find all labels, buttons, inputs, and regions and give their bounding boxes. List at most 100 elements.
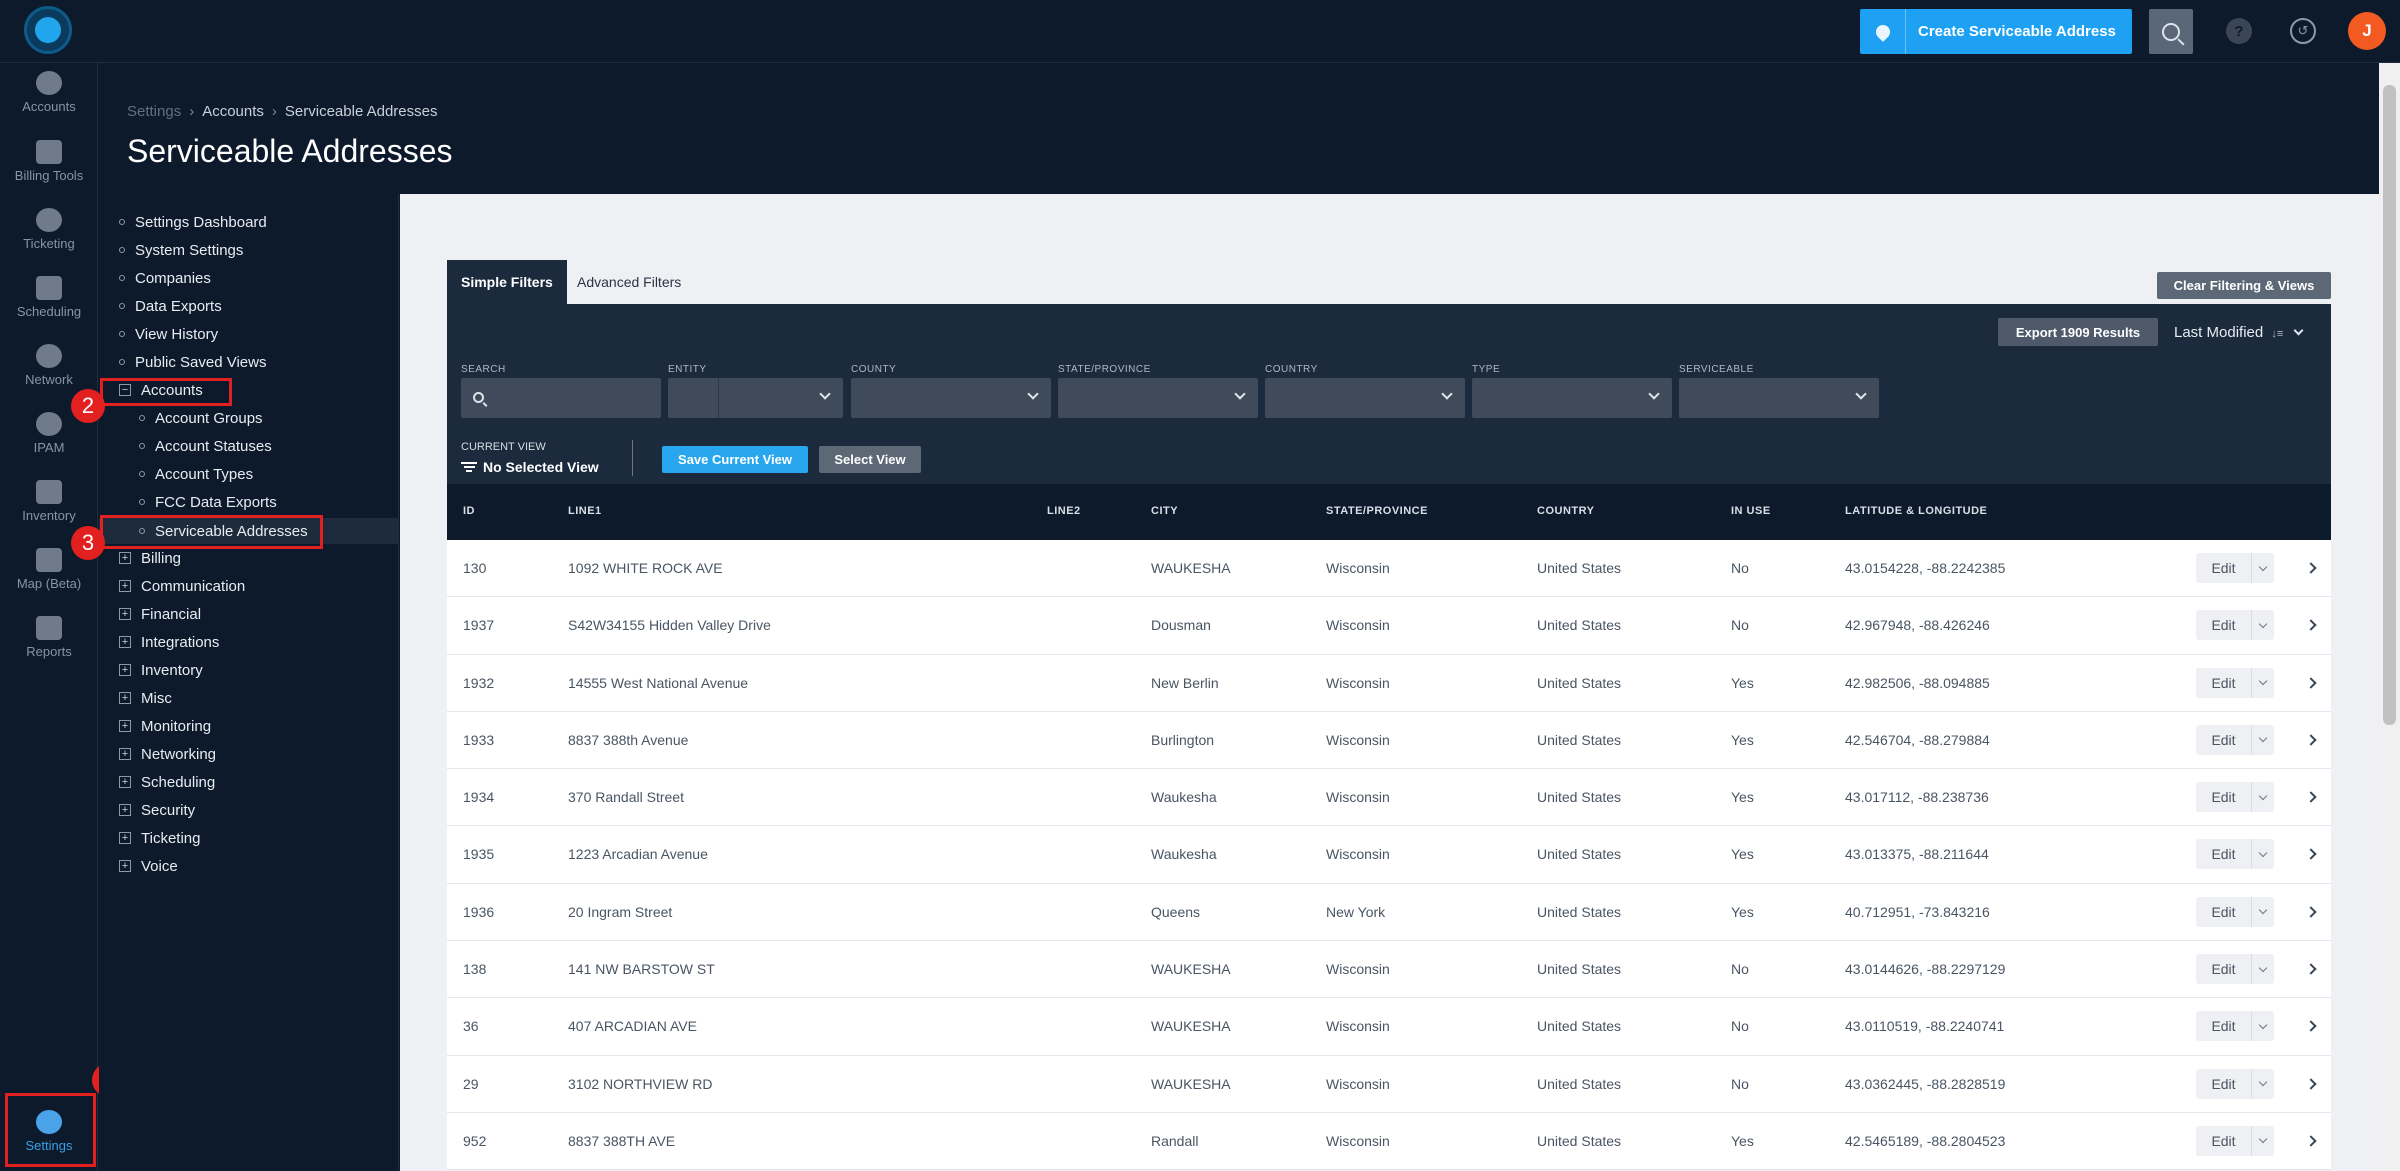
table-row[interactable]: 29 3102 NORTHVIEW RD WAUKESHA Wisconsin Unit… <box>447 1055 2331 1113</box>
edit-dropdown-button[interactable] <box>2252 724 2274 755</box>
table-row[interactable]: 1937 S42W34155 Hidden Valley Drive Dousman… <box>447 597 2331 655</box>
chevron-right-icon[interactable] <box>2305 562 2317 574</box>
rail-item-network[interactable]: Network <box>0 344 98 387</box>
table-row[interactable]: 130 1092 WHITE ROCK AVE WAUKESHA Wisconsin U… <box>447 540 2331 598</box>
export-results-button[interactable]: Export 1909 Results <box>1998 318 2158 346</box>
search-input[interactable] <box>461 378 661 418</box>
column-header-id[interactable]: ID <box>463 505 475 517</box>
nav-item-ticketing[interactable]: + Ticketing <box>119 827 200 849</box>
country-select[interactable] <box>1265 378 1465 418</box>
nav-item-public-saved-views[interactable]: Public Saved Views <box>119 351 266 373</box>
table-row[interactable]: 952 8837 388TH AVE Randall Wisconsin United … <box>447 1112 2331 1171</box>
edit-dropdown-button[interactable] <box>2252 1011 2274 1042</box>
nav-item-misc[interactable]: + Misc <box>119 687 172 709</box>
nav-item-settings-dashboard[interactable]: Settings Dashboard <box>119 211 267 233</box>
column-header-line2[interactable]: LINE2 <box>1047 505 1081 517</box>
nav-item-system-settings[interactable]: System Settings <box>119 239 243 261</box>
user-avatar[interactable]: J <box>2348 12 2386 50</box>
nav-item-communication[interactable]: + Communication <box>119 575 245 597</box>
table-row[interactable]: 138 141 NW BARSTOW ST WAUKESHA Wisconsin Uni… <box>447 941 2331 999</box>
rail-item-scheduling[interactable]: Scheduling <box>0 276 98 319</box>
select-view-button[interactable]: Select View <box>819 446 921 473</box>
chevron-right-icon[interactable] <box>2305 676 2317 689</box>
rail-item-ticketing[interactable]: Ticketing <box>0 208 98 251</box>
chevron-right-icon[interactable] <box>2305 848 2317 861</box>
tab-simple-filters[interactable]: Simple Filters <box>447 260 567 304</box>
nav-item-networking[interactable]: + Networking <box>119 743 216 765</box>
edit-button[interactable]: Edit <box>2196 553 2252 583</box>
nav-item-account-groups[interactable]: Account Groups <box>139 407 263 429</box>
chevron-right-icon[interactable] <box>2305 906 2317 918</box>
column-header-lat-long[interactable]: LATITUDE & LONGITUDE <box>1845 505 1987 517</box>
column-header-country[interactable]: COUNTRY <box>1537 505 1594 517</box>
rail-item-reports[interactable]: Reports <box>0 616 98 659</box>
nav-item-integrations[interactable]: + Integrations <box>119 631 219 653</box>
edit-dropdown-button[interactable] <box>2252 954 2274 985</box>
history-icon[interactable]: ↺ <box>2290 18 2316 44</box>
chevron-right-icon[interactable] <box>2305 1078 2317 1090</box>
nav-item-billing[interactable]: + Billing <box>119 547 181 569</box>
entity-select[interactable] <box>668 378 843 418</box>
global-search-button[interactable] <box>2149 9 2193 54</box>
column-header-city[interactable]: CITY <box>1151 505 1178 517</box>
nav-item-security[interactable]: + Security <box>119 799 195 821</box>
table-row[interactable]: 1933 8837 388th Avenue Burlington Wisconsin… <box>447 711 2331 770</box>
rail-item-billing-tools[interactable]: Billing Tools <box>0 140 98 183</box>
type-select[interactable] <box>1472 378 1672 418</box>
breadcrumb-settings[interactable]: Settings <box>127 103 181 120</box>
edit-dropdown-button[interactable] <box>2252 610 2274 641</box>
edit-button[interactable]: Edit <box>2196 1125 2252 1156</box>
table-row[interactable]: 36 407 ARCADIAN AVE WAUKESHA Wisconsin Unite… <box>447 998 2331 1056</box>
edit-dropdown-button[interactable] <box>2252 1125 2274 1156</box>
save-current-view-button[interactable]: Save Current View <box>662 446 808 473</box>
edit-button[interactable]: Edit <box>2196 782 2252 813</box>
nav-item-data-exports[interactable]: Data Exports <box>119 295 222 317</box>
edit-dropdown-button[interactable] <box>2252 896 2274 927</box>
create-serviceable-address-button[interactable]: Create Serviceable Address <box>1860 9 2132 54</box>
app-logo[interactable] <box>24 6 72 54</box>
nav-item-companies[interactable]: Companies <box>119 267 211 289</box>
edit-dropdown-button[interactable] <box>2252 1068 2274 1099</box>
nav-item-inventory[interactable]: + Inventory <box>119 659 203 681</box>
edit-button[interactable]: Edit <box>2196 667 2252 698</box>
edit-dropdown-button[interactable] <box>2252 839 2274 870</box>
nav-item-voice[interactable]: + Voice <box>119 855 178 877</box>
edit-button[interactable]: Edit <box>2196 724 2252 755</box>
chevron-right-icon[interactable] <box>2305 619 2317 631</box>
edit-button[interactable]: Edit <box>2196 1068 2252 1099</box>
edit-dropdown-button[interactable] <box>2252 553 2274 583</box>
nav-item-monitoring[interactable]: + Monitoring <box>119 715 211 737</box>
breadcrumb-accounts[interactable]: Accounts <box>202 103 264 120</box>
chevron-right-icon[interactable] <box>2305 963 2317 975</box>
edit-dropdown-button[interactable] <box>2252 667 2274 698</box>
edit-button[interactable]: Edit <box>2196 1011 2252 1042</box>
sort-dropdown[interactable]: Last Modified ↓≡ <box>2174 324 2304 341</box>
column-header-line1[interactable]: LINE1 <box>568 505 602 517</box>
table-row[interactable]: 1934 370 Randall Street Waukesha Wisconsin U… <box>447 769 2331 827</box>
rail-item-inventory[interactable]: Inventory <box>0 480 98 523</box>
table-row[interactable]: 1936 20 Ingram Street Queens New York United… <box>447 883 2331 942</box>
edit-button[interactable]: Edit <box>2196 839 2252 870</box>
chevron-right-icon[interactable] <box>2305 791 2317 803</box>
edit-button[interactable]: Edit <box>2196 610 2252 641</box>
table-row[interactable]: 1935 1223 Arcadian Avenue Waukesha Wisconsi… <box>447 826 2331 884</box>
clear-filtering-button[interactable]: Clear Filtering & Views <box>2157 272 2331 299</box>
page-scrollbar[interactable] <box>2379 63 2400 1171</box>
county-select[interactable] <box>851 378 1051 418</box>
edit-button[interactable]: Edit <box>2196 954 2252 985</box>
nav-item-scheduling[interactable]: + Scheduling <box>119 771 215 793</box>
help-icon[interactable]: ? <box>2226 18 2252 44</box>
column-header-in-use[interactable]: IN USE <box>1731 505 1771 517</box>
scrollbar-thumb[interactable] <box>2383 85 2396 725</box>
chevron-right-icon[interactable] <box>2305 734 2317 746</box>
edit-button[interactable]: Edit <box>2196 896 2252 927</box>
chevron-right-icon[interactable] <box>2305 1135 2317 1147</box>
table-row[interactable]: 1932 14555 West National Avenue New Berlin… <box>447 654 2331 712</box>
serviceable-select[interactable] <box>1679 378 1879 418</box>
nav-item-account-statuses[interactable]: Account Statuses <box>139 435 272 457</box>
column-header-state-province[interactable]: STATE/PROVINCE <box>1326 505 1428 517</box>
rail-item-accounts[interactable]: Accounts <box>0 71 98 114</box>
chevron-right-icon[interactable] <box>2305 1020 2317 1033</box>
edit-dropdown-button[interactable] <box>2252 782 2274 813</box>
tab-advanced-filters[interactable]: Advanced Filters <box>563 260 695 304</box>
